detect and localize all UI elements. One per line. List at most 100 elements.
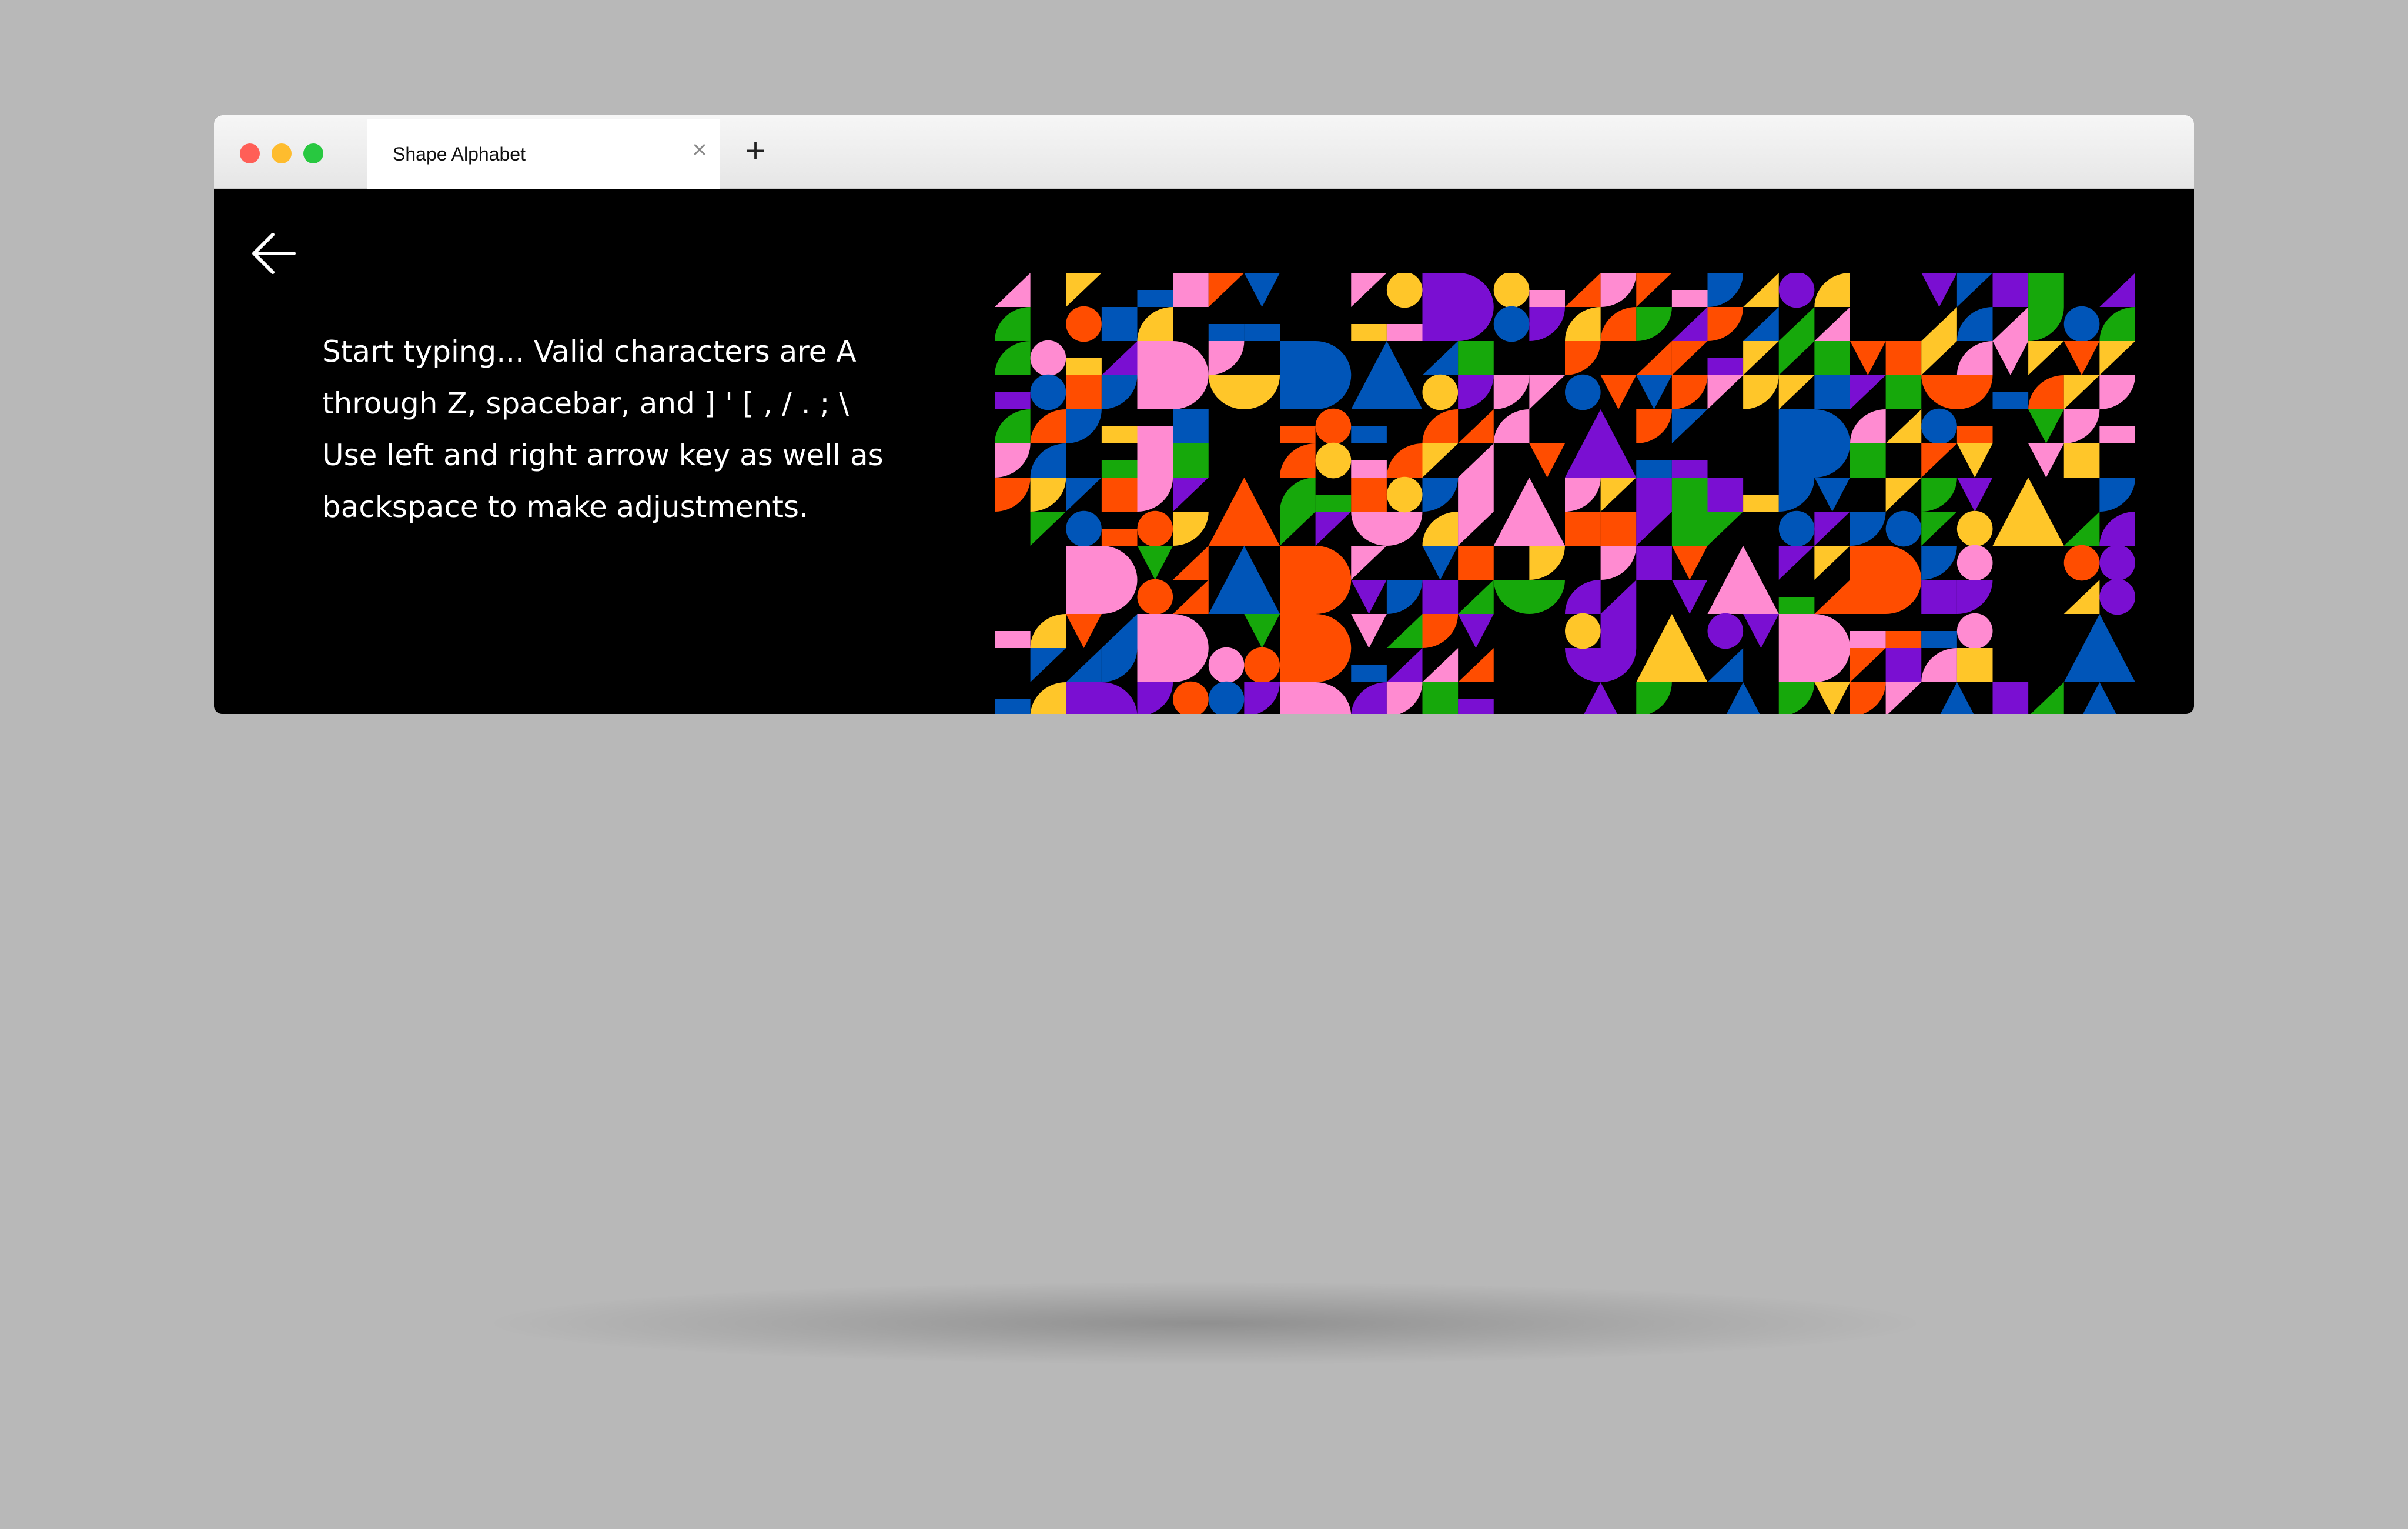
glyph-bar	[1707, 358, 1744, 375]
glyph-square	[1707, 478, 1744, 512]
glyph-bar	[995, 631, 1031, 648]
shape-alphabet-canvas[interactable]	[995, 273, 2135, 714]
glyph-quarter-circle	[1280, 478, 1316, 512]
glyph-triangle	[1565, 273, 1601, 307]
glyph-triangle	[1173, 478, 1209, 512]
glyph-large-triangle	[2063, 614, 2135, 682]
glyph-triangle	[1351, 614, 1387, 648]
glyph-bar	[1850, 631, 1886, 648]
glyph-bar	[1137, 426, 1173, 443]
glyph-square	[1101, 478, 1138, 512]
glyph-square	[1992, 682, 2029, 714]
glyph-triangle	[1921, 512, 1957, 546]
glyph-triangle	[1743, 307, 1779, 341]
glyph-square	[1671, 512, 1708, 546]
glyph-triangle	[1422, 546, 1459, 580]
glyph-triangle	[1351, 273, 1387, 307]
glyph-triangle	[1671, 580, 1708, 614]
glyph-bar	[1208, 324, 1245, 341]
new-tab-button[interactable]: +	[741, 135, 770, 165]
glyph-triangle	[1814, 478, 1850, 512]
glyph-quarter-circle	[1743, 375, 1779, 409]
glyph-circle	[1137, 579, 1173, 615]
glyph-triangle	[1529, 375, 1565, 409]
glyph-quarter-circle	[1529, 307, 1565, 341]
glyph-triangle	[1671, 341, 1708, 375]
glyph-bar	[1351, 426, 1387, 443]
glyph-triangle	[1600, 375, 1637, 409]
glyph-triangle	[1992, 341, 2029, 375]
arrow-left-icon[interactable]	[248, 228, 299, 279]
glyph-large-triangle	[1493, 478, 1565, 546]
glyph-quarter-circle	[1030, 478, 1066, 512]
glyph-semicircle	[1565, 648, 1637, 682]
glyph-quarter-circle	[2099, 512, 2135, 546]
glyph-square	[1066, 375, 1102, 409]
glyph-bar	[1671, 290, 1708, 307]
glyph-triangle	[1814, 682, 1850, 714]
glyph-semicircle	[1921, 375, 1993, 409]
glyph-square	[1458, 478, 1494, 512]
glyph-quarter-circle	[1636, 409, 1672, 443]
glyph-large-triangle	[1208, 478, 1280, 546]
glyph-half-round	[1280, 682, 1352, 714]
glyph-large-triangle	[1565, 409, 1637, 478]
glyph-quarter-circle	[1386, 580, 1423, 614]
glyph-bar	[1351, 460, 1387, 478]
glyph-quarter-circle	[2028, 307, 2064, 341]
glyph-quarter-circle	[1386, 682, 1423, 714]
glyph-bar	[1315, 495, 1352, 512]
glyph-quarter-circle	[1030, 443, 1066, 478]
glyph-square	[2063, 443, 2100, 478]
glyph-bar	[1351, 665, 1387, 682]
glyph-square	[1422, 682, 1459, 714]
glyph-square	[1351, 478, 1387, 512]
glyph-quarter-circle	[2028, 375, 2064, 409]
glyph-bar	[1671, 460, 1708, 478]
glyph-square	[1600, 512, 1637, 546]
close-window-button[interactable]	[240, 143, 260, 163]
glyph-quarter-circle	[1600, 273, 1637, 307]
glyph-quarter-circle	[1351, 682, 1387, 714]
glyph-quarter-circle	[1921, 478, 1957, 512]
glyph-quarter-circle	[995, 307, 1031, 341]
glyph-half-round	[1778, 409, 1850, 478]
glyph-triangle	[2063, 341, 2100, 375]
glyph-half-round	[1280, 546, 1352, 614]
minimize-window-button[interactable]	[272, 143, 292, 163]
glyph-semicircle	[1493, 580, 1565, 614]
instructions-line: Start typing... Valid characters are A	[322, 335, 857, 369]
glyph-large-triangle	[1208, 546, 1280, 614]
glyph-half-round	[1137, 341, 1209, 409]
glyph-square	[1814, 341, 1850, 375]
glyph-circle	[1173, 681, 1209, 714]
glyph-quarter-circle	[1565, 580, 1601, 614]
glyph-quarter-circle	[1137, 307, 1173, 341]
glyph-quarter-circle	[1565, 341, 1601, 375]
glyph-triangle	[2028, 341, 2064, 375]
glyph-triangle	[1814, 580, 1850, 614]
glyph-quarter-circle	[1565, 478, 1601, 512]
glyph-triangle	[2063, 580, 2100, 614]
glyph-semicircle	[1208, 375, 1280, 409]
glyph-quarter-circle	[1493, 409, 1530, 443]
glyph-triangle	[2063, 512, 2100, 546]
glyph-triangle	[1636, 375, 1672, 409]
maximize-window-button[interactable]	[303, 143, 323, 163]
instructions-line: through Z, spacebar, and ] ' [ , / . ; \	[322, 386, 850, 420]
glyph-circle	[1493, 273, 1530, 308]
glyph-triangle	[1351, 546, 1387, 580]
browser-tab[interactable]: Shape Alphabet ×	[367, 119, 720, 189]
close-tab-icon[interactable]: ×	[688, 138, 711, 161]
glyph-quarter-circle	[1244, 682, 1280, 714]
glyph-triangle	[1030, 648, 1066, 682]
glyph-circle	[1778, 273, 1815, 308]
glyph-square	[1173, 409, 1209, 443]
glyph-triangle	[1850, 341, 1886, 375]
glyph-circle	[1778, 510, 1815, 547]
glyph-quarter-circle	[1814, 273, 1850, 307]
glyph-circle	[1030, 374, 1066, 410]
glyph-bar	[1956, 426, 1993, 443]
glyph-square	[1137, 443, 1173, 478]
glyph-triangle	[1386, 614, 1423, 648]
